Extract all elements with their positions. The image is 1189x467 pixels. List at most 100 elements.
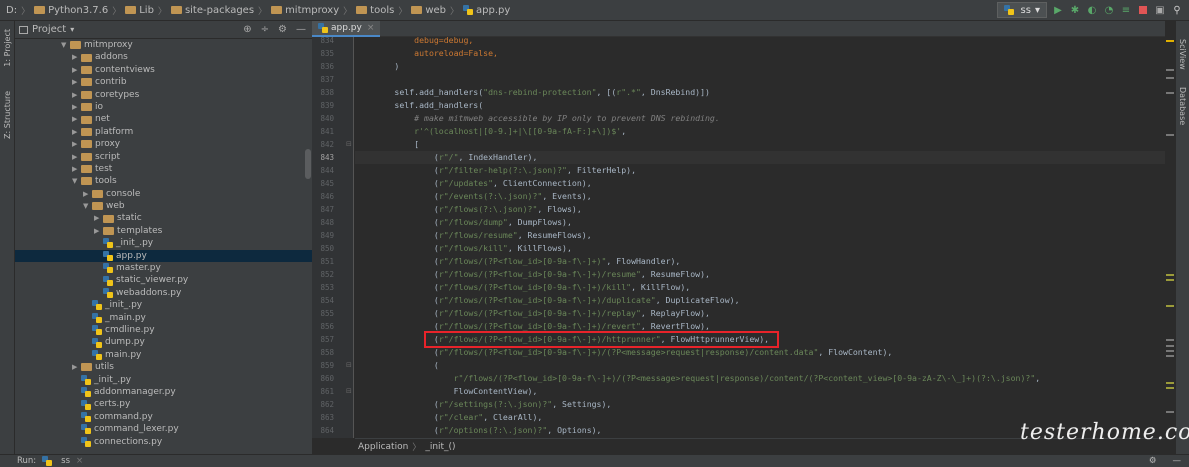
collapse-icon[interactable]: ÷ [261, 24, 269, 35]
coverage-icon[interactable]: ◐ [1086, 4, 1098, 16]
tree-file-row[interactable]: _init_.py [15, 299, 312, 311]
stop-icon[interactable] [1137, 4, 1149, 16]
tree-scrollbar[interactable] [305, 149, 311, 179]
breadcrumb-item[interactable]: site-packages [170, 5, 254, 16]
tree-folder-row[interactable]: ▼ mitmproxy [15, 39, 312, 51]
run-tab[interactable]: ss [61, 456, 70, 466]
collapsed-arrow-icon[interactable]: ▶ [72, 151, 81, 163]
search-icon[interactable]: ⚲ [1171, 4, 1183, 16]
error-stripe-marker[interactable] [1166, 274, 1174, 276]
tree-file-row[interactable]: cmdline.py [15, 324, 312, 336]
project-tool-tab[interactable]: 1: Project [3, 29, 12, 67]
tree-folder-row[interactable]: ▶ proxy [15, 138, 312, 150]
breadcrumb-item[interactable]: web [411, 5, 446, 16]
tree-file-row[interactable]: main.py [15, 349, 312, 361]
tree-file-row[interactable]: command.py [15, 411, 312, 423]
tree-file-row[interactable]: app.py [15, 249, 312, 263]
gear-icon[interactable]: ⚙ [278, 24, 287, 35]
collapsed-arrow-icon[interactable]: ▶ [83, 188, 92, 200]
tree-file-row[interactable]: _init_.py [15, 237, 312, 249]
error-stripe-marker[interactable] [1166, 40, 1174, 42]
error-stripe-marker[interactable] [1166, 387, 1174, 389]
breadcrumb-item[interactable]: app.py [463, 5, 510, 16]
sciview-tool-tab[interactable]: SciView [1178, 39, 1187, 70]
tree-file-row[interactable]: _main.py [15, 312, 312, 324]
collapsed-arrow-icon[interactable]: ▶ [72, 126, 81, 138]
collapsed-arrow-icon[interactable]: ▶ [72, 113, 81, 125]
error-stripe-marker[interactable] [1166, 350, 1174, 352]
collapsed-arrow-icon[interactable]: ▶ [72, 64, 81, 76]
collapsed-arrow-icon[interactable]: ▶ [94, 212, 103, 224]
locate-icon[interactable]: ⊕ [243, 24, 251, 35]
fold-marker-icon[interactable]: ⊟ [346, 140, 352, 148]
error-stripe-marker[interactable] [1166, 355, 1174, 357]
error-stripe-marker[interactable] [1166, 92, 1174, 94]
gear-icon[interactable]: ⚙ [1149, 456, 1157, 466]
error-stripe-marker[interactable] [1166, 69, 1174, 71]
error-stripe-marker[interactable] [1166, 382, 1174, 384]
tree-folder-row[interactable]: ▶ contentviews [15, 64, 312, 76]
tree-file-row[interactable]: command_lexer.py [15, 423, 312, 435]
tab-app-py[interactable]: app.py × [312, 21, 381, 37]
error-stripe-marker[interactable] [1166, 305, 1174, 307]
code-breadcrumb-item[interactable]: _init_() [425, 442, 455, 452]
tree-file-row[interactable]: certs.py [15, 398, 312, 410]
profile-icon[interactable]: ◔ [1103, 4, 1115, 16]
tree-folder-row[interactable]: ▶ io [15, 101, 312, 113]
error-stripe-marker[interactable] [1166, 77, 1174, 79]
breadcrumb-item[interactable]: Python3.7.6 [34, 5, 108, 16]
tree-folder-row[interactable]: ▶ script [15, 151, 312, 163]
expanded-arrow-icon[interactable]: ▼ [83, 200, 92, 212]
layout-icon[interactable]: ▣ [1154, 4, 1166, 16]
run-config-select[interactable]: ss ▾ [996, 2, 1047, 18]
error-stripe-marker[interactable] [1166, 279, 1174, 281]
expanded-arrow-icon[interactable]: ▼ [72, 175, 81, 187]
tree-file-row[interactable]: addonmanager.py [15, 386, 312, 398]
collapsed-arrow-icon[interactable]: ▶ [72, 361, 81, 373]
collapsed-arrow-icon[interactable]: ▶ [72, 76, 81, 88]
tree-folder-row[interactable]: ▶ platform [15, 126, 312, 138]
collapsed-arrow-icon[interactable]: ▶ [72, 51, 81, 63]
collapsed-arrow-icon[interactable]: ▶ [72, 138, 81, 150]
collapsed-arrow-icon[interactable]: ▶ [94, 225, 103, 237]
breadcrumb-item[interactable]: tools [356, 5, 394, 16]
tree-folder-row[interactable]: ▶ addons [15, 51, 312, 63]
tree-folder-row[interactable]: ▶ console [15, 188, 312, 200]
collapsed-arrow-icon[interactable]: ▶ [72, 101, 81, 113]
error-stripe-marker[interactable] [1166, 345, 1174, 347]
collapsed-arrow-icon[interactable]: ▶ [72, 163, 81, 175]
tree-folder-row[interactable]: ▶ utils [15, 361, 312, 373]
expanded-arrow-icon[interactable]: ▼ [61, 39, 70, 51]
breadcrumb-item[interactable]: Lib [125, 5, 154, 16]
close-icon[interactable]: × [367, 23, 375, 33]
error-stripe-marker[interactable] [1166, 411, 1174, 413]
tree-folder-row[interactable]: ▼ tools [15, 175, 312, 187]
chevron-down-icon[interactable]: ▾ [70, 25, 74, 34]
close-icon[interactable]: × [76, 456, 83, 466]
tree-folder-row[interactable]: ▶ net [15, 113, 312, 125]
run-icon[interactable]: ▶ [1052, 4, 1064, 16]
tree-file-row[interactable]: static_viewer.py [15, 274, 312, 286]
fold-marker-icon[interactable]: ⊟ [346, 387, 352, 395]
tree-folder-row[interactable]: ▶ templates [15, 225, 312, 237]
tree-file-row[interactable]: connections.py [15, 436, 312, 448]
tree-file-row[interactable]: _init_.py [15, 374, 312, 386]
tree-file-row[interactable]: master.py [15, 262, 312, 274]
code-breadcrumb-item[interactable]: Application [358, 442, 408, 452]
structure-tool-tab[interactable]: Z: Structure [3, 91, 12, 139]
tree-folder-row[interactable]: ▶ static [15, 212, 312, 224]
tree-folder-row[interactable]: ▶ test [15, 163, 312, 175]
breadcrumb-item[interactable]: D: [6, 5, 17, 16]
database-tool-tab[interactable]: Database [1178, 87, 1187, 125]
code-editor[interactable]: debug=debug, autoreload=False, ) self.ad… [355, 37, 1165, 438]
error-stripe-marker[interactable] [1166, 339, 1174, 341]
tree-folder-row[interactable]: ▶ coretypes [15, 89, 312, 101]
concurrency-icon[interactable]: ≡ [1120, 4, 1132, 16]
error-stripe-marker[interactable] [1166, 134, 1174, 136]
tree-file-row[interactable]: dump.py [15, 336, 312, 348]
minimize-icon[interactable]: — [1173, 456, 1182, 466]
project-view-select[interactable]: Project [32, 24, 66, 35]
fold-marker-icon[interactable]: ⊟ [346, 361, 352, 369]
tree-folder-row[interactable]: ▼ web [15, 200, 312, 212]
tree-file-row[interactable]: webaddons.py [15, 287, 312, 299]
